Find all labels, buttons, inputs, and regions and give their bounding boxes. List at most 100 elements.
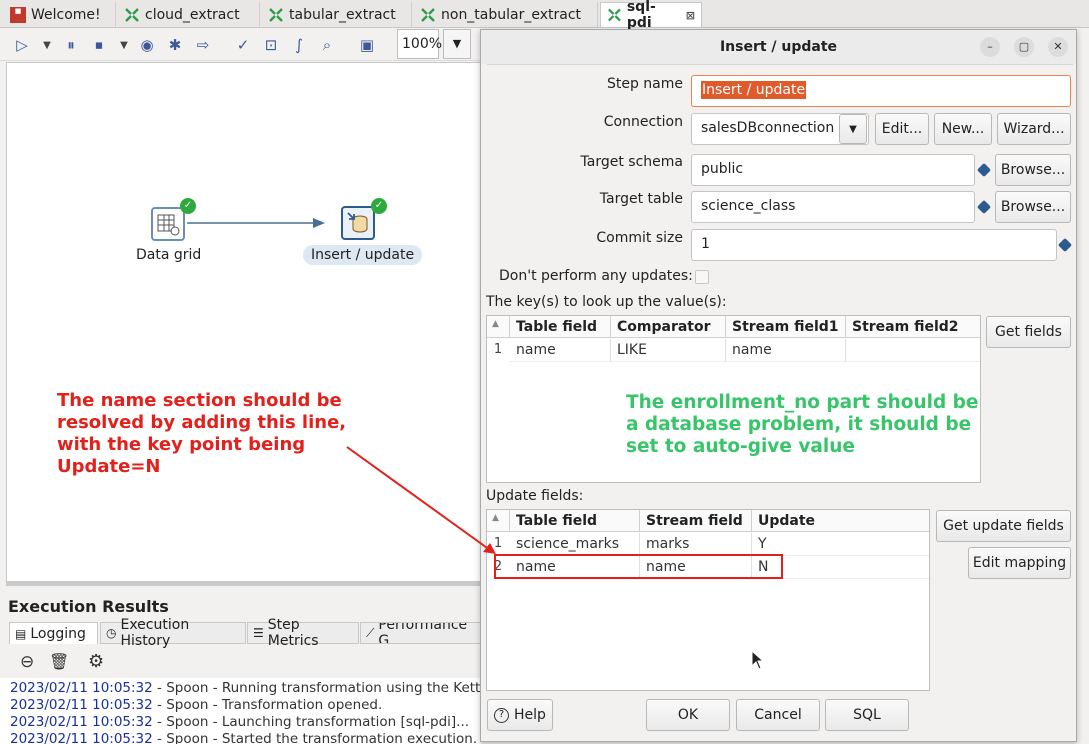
replay-icon[interactable]: ⇨ — [192, 34, 214, 56]
update-stream-field-cell[interactable]: marks — [640, 533, 752, 556]
get-update-fields-button[interactable]: Get update fields — [936, 510, 1071, 542]
update-col-stream-field[interactable]: Stream field — [640, 510, 752, 532]
transformation-icon — [269, 7, 283, 22]
key-table-field-cell[interactable]: name — [510, 339, 611, 362]
log-line: 2023/02/11 10:05:32 - Spoon - Running tr… — [10, 680, 481, 696]
annotation-line: Update=N — [57, 456, 161, 477]
update-col-table-field[interactable]: Table field — [510, 510, 640, 532]
ok-button[interactable]: OK — [646, 699, 730, 731]
close-tab-icon[interactable]: ⊠ — [686, 9, 695, 22]
verify-icon[interactable]: ✓ — [232, 34, 254, 56]
clear-log-icon[interactable]: ⊖ — [20, 652, 34, 672]
log-message: - Spoon - Transformation opened. — [152, 697, 383, 713]
close-icon[interactable]: ✕ — [1048, 37, 1068, 57]
run-options-dropdown-icon[interactable]: ▼ — [36, 34, 58, 56]
tab-label: Execution History — [120, 617, 190, 649]
execution-results-title: Execution Results — [8, 597, 169, 616]
tab-cloud-extract[interactable]: cloud_extract — [118, 2, 260, 27]
tab-welcome[interactable]: ■ Welcome! — [4, 2, 116, 27]
edit-mapping-button[interactable]: Edit mapping — [968, 547, 1071, 579]
insert-update-label: Insert / update — [303, 245, 423, 265]
tab-performance-graph[interactable]: ⟋ Performance G — [360, 622, 481, 644]
tab-non-tabular-extract[interactable]: non_tabular_extract — [414, 2, 598, 27]
zoom-input[interactable]: 100% — [397, 29, 442, 59]
trash-icon[interactable]: 🗑 — [49, 652, 69, 671]
log-line: 2023/02/11 10:05:32 - Spoon - Transforma… — [10, 697, 382, 713]
row-number: 1 — [493, 536, 503, 551]
debug-icon[interactable]: ✱ — [164, 34, 186, 56]
tab-tabular-extract[interactable]: tabular_extract — [262, 2, 412, 27]
transformation-toolbar: ▷ ▼ ⏸ ⏹ ▼ ◉ ✱ ⇨ ✓ ⊡ ∫ ⌕ ▣ 100% ▼ — [0, 29, 480, 61]
run-icon[interactable]: ▷ — [11, 34, 33, 56]
preview-icon[interactable]: ◉ — [136, 34, 158, 56]
insert-update-icon — [347, 212, 368, 233]
zoom-dropdown-icon[interactable]: ▼ — [443, 29, 471, 59]
insert-update-step[interactable] — [341, 206, 375, 240]
keys-col-comparator[interactable]: Comparator — [611, 316, 726, 338]
row-number: 2 — [493, 559, 503, 574]
target-table-input[interactable]: science_class — [691, 191, 975, 223]
impact-icon[interactable]: ⊡ — [260, 34, 282, 56]
chevron-down-icon[interactable]: ▼ — [839, 114, 867, 144]
transformation-canvas[interactable]: ✓ Data grid ✓ Insert / update — [6, 62, 481, 582]
keys-col-stream-field2[interactable]: Stream field2 — [846, 316, 980, 338]
data-grid-step[interactable] — [151, 207, 185, 241]
panel-splitter[interactable] — [6, 582, 481, 586]
history-icon: ◷ — [106, 626, 117, 640]
tab-step-metrics[interactable]: ☰ Step Metrics — [247, 617, 359, 649]
settings-gear-icon[interactable]: ⚙ — [88, 651, 104, 672]
dont-update-checkbox[interactable] — [695, 270, 709, 284]
sort-up-icon: ▲ — [487, 510, 510, 532]
execution-results-panel: Execution Results ▤ Logging ◷ Execution … — [0, 590, 481, 744]
update-flag-cell[interactable]: N — [752, 556, 929, 579]
keys-col-stream-field1[interactable]: Stream field1 — [726, 316, 846, 338]
step-name-input[interactable]: Insert / update — [691, 75, 1071, 107]
maximize-icon[interactable]: ▢ — [1014, 37, 1034, 57]
tab-execution-history[interactable]: ◷ Execution History — [100, 617, 246, 649]
tab-sql-pdi[interactable]: sql-pdi ⊠ — [600, 0, 702, 31]
sort-up-icon: ▲ — [487, 316, 510, 338]
mouse-cursor-icon — [751, 650, 765, 670]
browse-schema-button[interactable]: Browse... — [995, 154, 1071, 186]
hop-arrow[interactable] — [7, 63, 480, 581]
edit-connection-button[interactable]: Edit... — [875, 113, 929, 145]
update-col-update[interactable]: Update — [752, 510, 929, 532]
update-table-field-cell[interactable]: science_marks — [510, 533, 640, 556]
tab-logging[interactable]: ▤ Logging — [9, 622, 98, 644]
show-results-icon[interactable]: ▣ — [356, 34, 378, 56]
key-comparator-cell[interactable]: LIKE — [611, 339, 726, 362]
explore-db-icon[interactable]: ⌕ — [316, 34, 338, 56]
browse-table-button[interactable]: Browse... — [995, 191, 1071, 223]
key-stream-field2-cell[interactable] — [846, 339, 980, 362]
commit-size-input[interactable]: 1 — [691, 229, 1057, 261]
log-timestamp: 2023/02/11 10:05:32 — [10, 714, 153, 730]
minimize-icon[interactable]: – — [980, 37, 1000, 57]
update-table-field-cell[interactable]: name — [510, 556, 640, 579]
step-name-label: Step name — [606, 76, 683, 92]
target-schema-label: Target schema — [580, 154, 683, 170]
sql-button[interactable]: SQL — [825, 699, 909, 731]
keys-col-table-field[interactable]: Table field — [510, 316, 611, 338]
stop-icon[interactable]: ⏹ — [88, 34, 110, 56]
key-stream-field1-cell[interactable]: name — [726, 339, 846, 362]
pause-icon[interactable]: ⏸ — [60, 34, 82, 56]
title-divider — [487, 64, 1073, 65]
tab-label: Performance G — [378, 622, 468, 644]
help-button[interactable]: ? Help — [487, 699, 553, 731]
data-grid-label: Data grid — [136, 247, 202, 263]
tab-label: sql-pdi — [626, 0, 656, 31]
sql-icon[interactable]: ∫ — [288, 34, 310, 56]
wizard-button[interactable]: Wizard... — [997, 113, 1071, 145]
step-name-value: Insert / update — [701, 81, 807, 99]
update-stream-field-cell[interactable]: name — [640, 556, 752, 579]
help-label: Help — [514, 707, 546, 723]
tab-label: Logging — [30, 625, 86, 642]
get-fields-button[interactable]: Get fields — [986, 316, 1071, 348]
cancel-button[interactable]: Cancel — [736, 699, 820, 731]
stop-options-dropdown-icon[interactable]: ▼ — [113, 34, 135, 56]
update-flag-cell[interactable]: Y — [752, 533, 929, 556]
variable-icon — [976, 162, 992, 178]
new-connection-button[interactable]: New... — [934, 113, 992, 145]
row-number: 1 — [493, 342, 503, 357]
target-schema-input[interactable]: public — [691, 154, 975, 186]
